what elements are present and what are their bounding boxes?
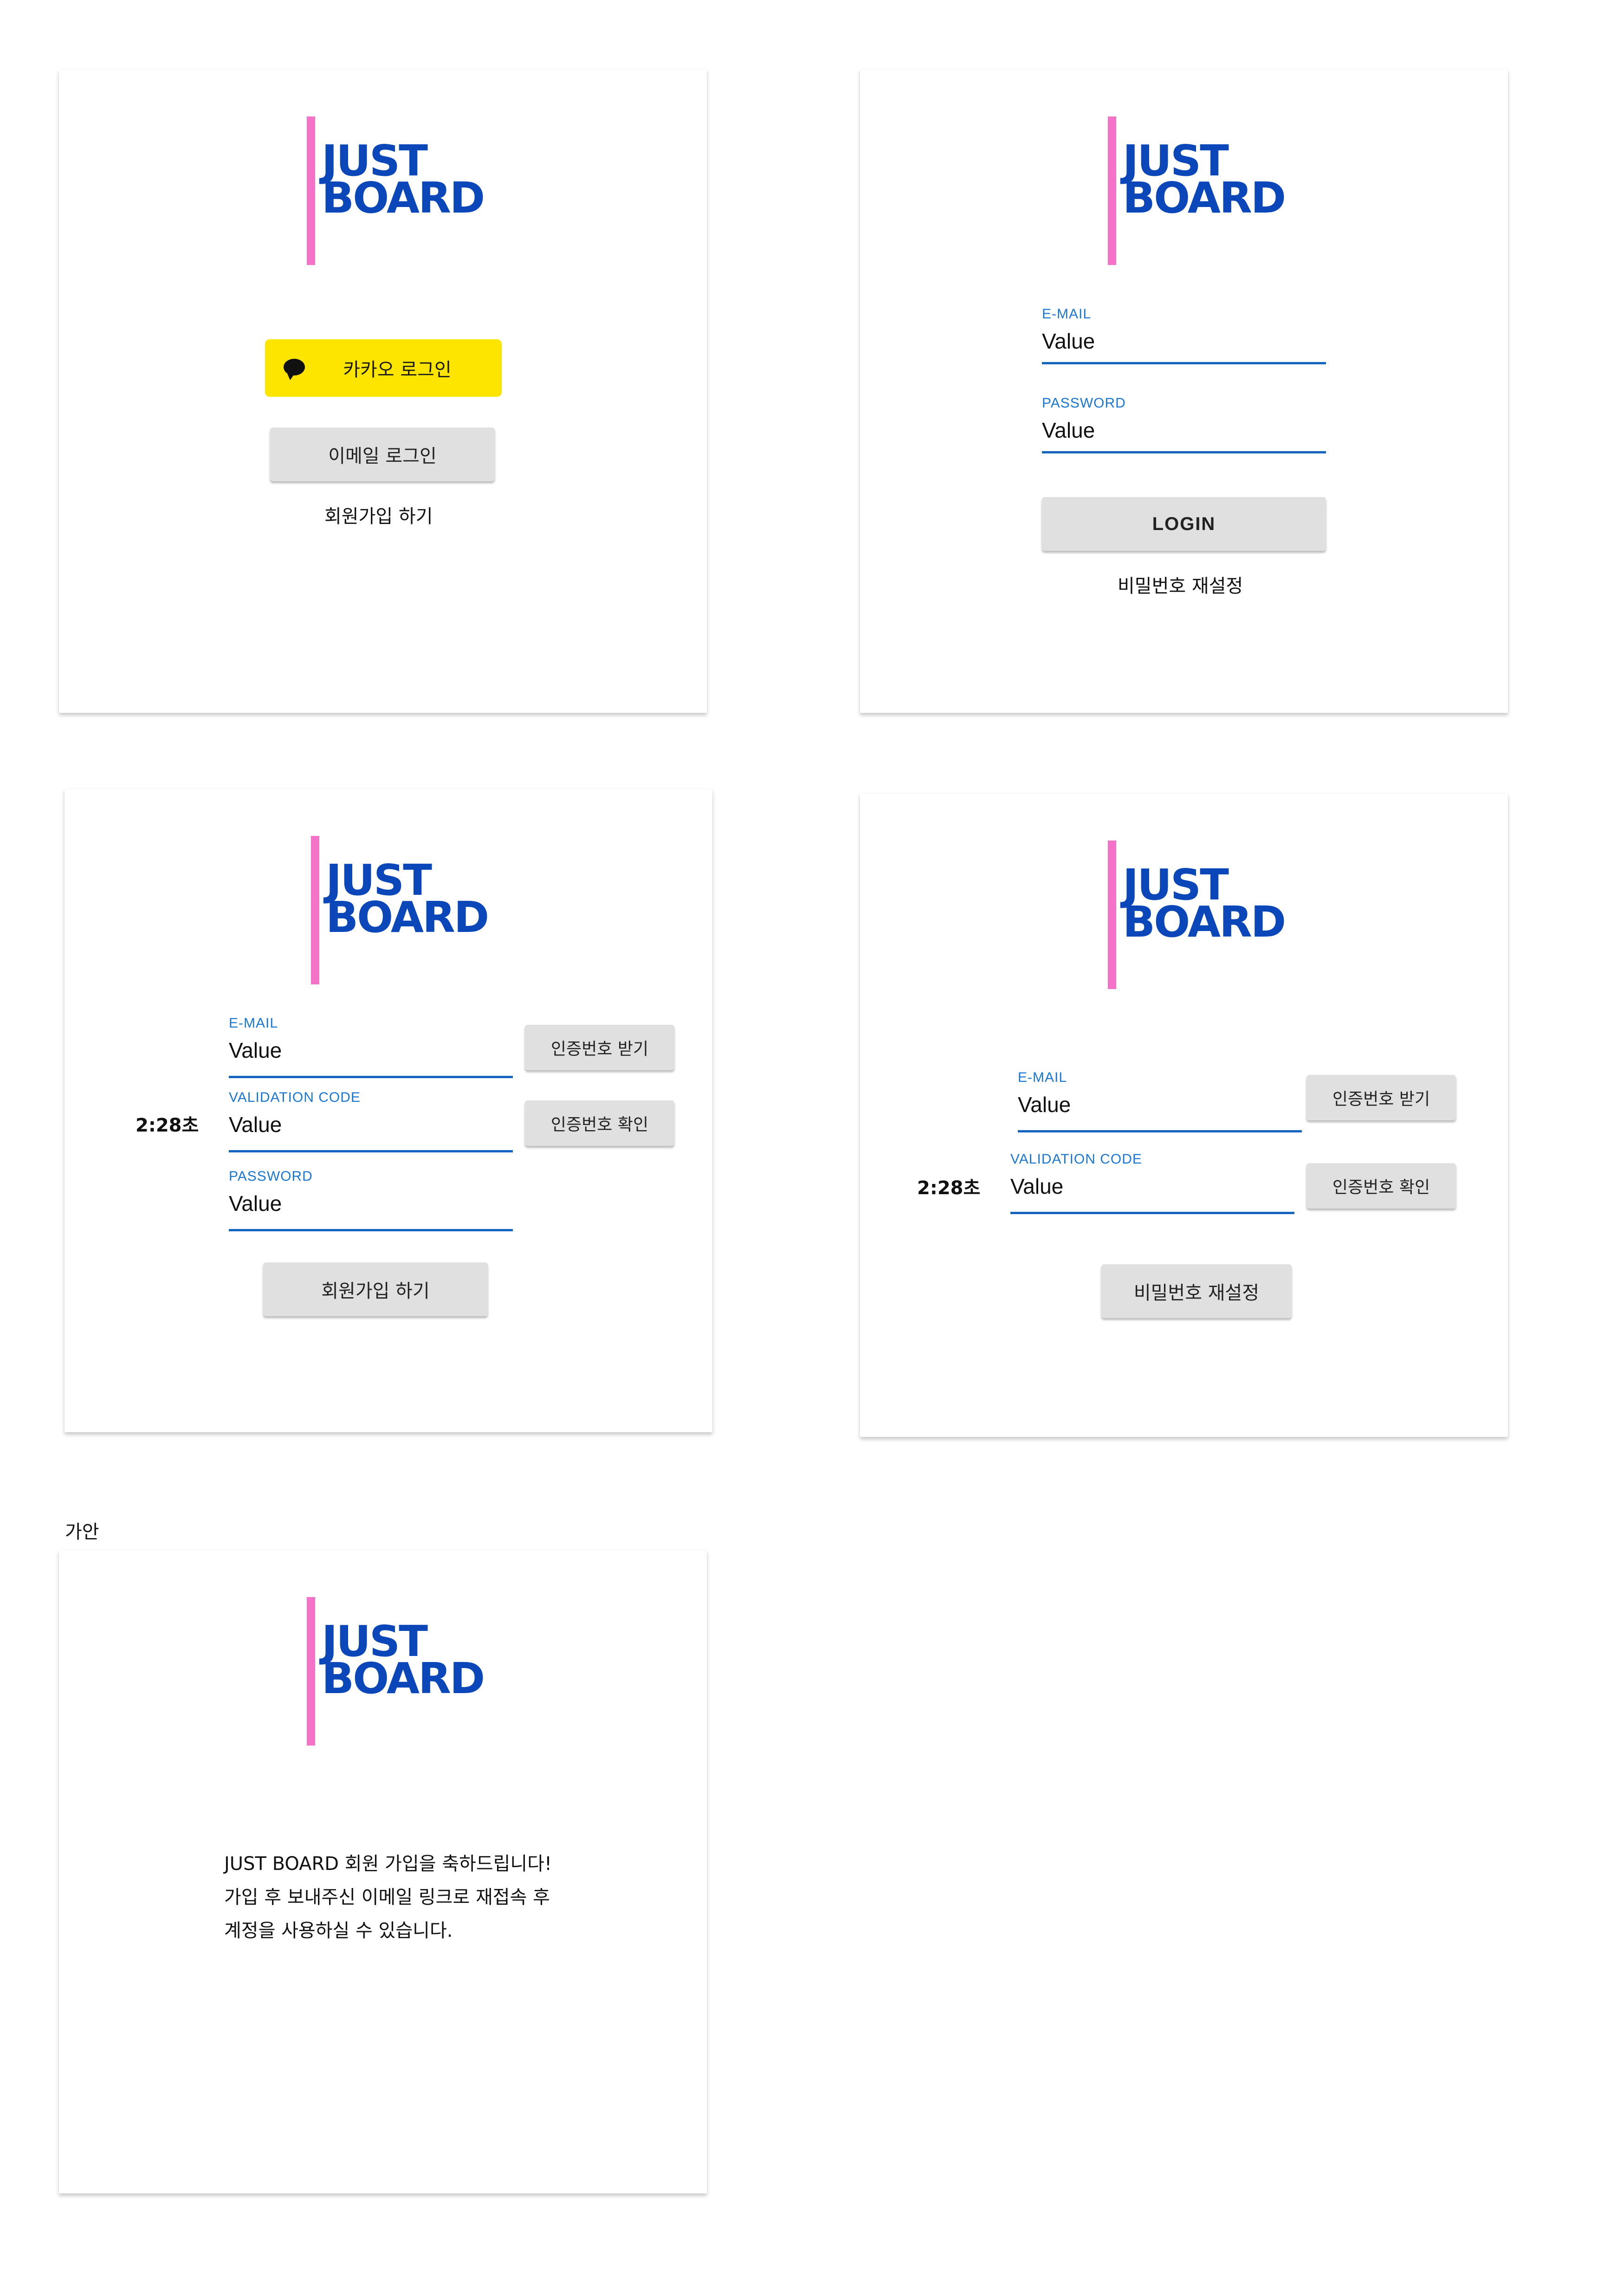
get-code-label: 인증번호 받기 (1332, 1090, 1430, 1109)
just-board-logo: JUST BOARD (1108, 841, 1286, 989)
password-reset-label: 비밀번호 재설정 (1133, 1282, 1260, 1304)
countdown-timer: 2:28초 (917, 1177, 981, 1199)
get-code-button[interactable]: 인증번호 받기 (525, 1025, 674, 1070)
login-panel: JUST BOARD E-MAIL Value PASSWORD Value L… (860, 70, 1508, 713)
verify-code-label: 인증번호 확인 (1332, 1178, 1430, 1197)
logo-accent-bar (307, 116, 315, 265)
chat-bubble-icon (284, 359, 305, 380)
signup-button[interactable]: 회원가입 하기 (263, 1262, 488, 1316)
email-field-value: Value (229, 1038, 282, 1062)
password-field[interactable]: PASSWORD Value (1042, 395, 1326, 453)
validation-code-field[interactable]: VALIDATION CODE Value (1010, 1151, 1294, 1214)
logo-accent-bar (311, 836, 319, 984)
password-reset-button[interactable]: 비밀번호 재설정 (1101, 1264, 1292, 1318)
password-field-value: Value (229, 1191, 282, 1216)
just-board-logo: JUST BOARD (1108, 116, 1286, 265)
email-field[interactable]: E-MAIL Value (1042, 306, 1326, 364)
verify-code-button[interactable]: 인증번호 확인 (1306, 1163, 1456, 1209)
just-board-logo: JUST BOARD (307, 1597, 485, 1746)
get-code-label: 인증번호 받기 (550, 1040, 649, 1059)
just-board-logo: JUST BOARD (307, 116, 485, 265)
welcome-line1: JUST BOARD 회원 가입을 축하드립니다! (224, 1853, 552, 1875)
verify-code-label: 인증번호 확인 (550, 1115, 649, 1134)
signup-link[interactable]: 회원가입 하기 (324, 501, 433, 528)
signup-label: 회원가입 하기 (321, 1281, 430, 1302)
password-field-value: Value (1042, 418, 1095, 442)
email-login-button[interactable]: 이메일 로그인 (270, 427, 495, 481)
logo-line2: BOARD (1123, 897, 1286, 947)
password-reset-link[interactable]: 비밀번호 재설정 (1118, 571, 1243, 598)
signup-panel: JUST BOARD E-MAIL Value 인증번호 받기 2:28초 VA… (65, 789, 712, 1432)
validation-code-field[interactable]: VALIDATION CODE Value (229, 1090, 513, 1152)
validation-code-value: Value (1010, 1174, 1064, 1198)
start-panel: JUST BOARD 카카오 로그인 이메일 로그인 회원가입 하기 (59, 70, 707, 713)
get-code-button[interactable]: 인증번호 받기 (1306, 1075, 1456, 1120)
email-field[interactable]: E-MAIL Value (1018, 1070, 1302, 1132)
welcome-panel: JUST BOARD JUST BOARD 회원 가입을 축하드립니다! 가입 … (59, 1550, 707, 2193)
email-field-value: Value (1018, 1093, 1071, 1117)
logo-line2: BOARD (1123, 173, 1286, 223)
login-button[interactable]: LOGIN (1042, 497, 1326, 551)
countdown-timer: 2:28초 (136, 1115, 199, 1136)
email-login-label: 이메일 로그인 (328, 446, 437, 467)
reset-panel: JUST BOARD E-MAIL Value 인증번호 받기 2:28초 VA… (860, 794, 1508, 1437)
logo-line2: BOARD (322, 1654, 485, 1703)
email-field-label: E-MAIL (229, 1015, 278, 1031)
password-field[interactable]: PASSWORD Value (229, 1169, 513, 1231)
email-field-value: Value (1042, 329, 1095, 353)
logo-accent-bar (1108, 841, 1116, 989)
password-field-label: PASSWORD (1042, 395, 1126, 411)
validation-code-value: Value (229, 1112, 282, 1137)
logo-accent-bar (307, 1597, 315, 1746)
validation-code-label: VALIDATION CODE (229, 1090, 361, 1105)
kakao-login-label: 카카오 로그인 (343, 359, 452, 381)
draft-caption: 가안 (65, 1521, 99, 1543)
welcome-line3: 계정을 사용하실 수 있습니다. (224, 1920, 453, 1941)
verify-code-button[interactable]: 인증번호 확인 (525, 1100, 674, 1146)
welcome-line2: 가입 후 보내주신 이메일 링크로 재접속 후 (224, 1887, 550, 1908)
logo-line2: BOARD (322, 173, 485, 223)
email-field-label: E-MAIL (1042, 306, 1092, 322)
logo-line2: BOARD (326, 893, 489, 942)
logo-accent-bar (1108, 116, 1116, 265)
email-field[interactable]: E-MAIL Value (229, 1015, 513, 1078)
just-board-logo: JUST BOARD (311, 836, 489, 984)
email-field-label: E-MAIL (1018, 1070, 1067, 1085)
validation-code-label: VALIDATION CODE (1010, 1151, 1142, 1167)
kakao-login-button[interactable]: 카카오 로그인 (265, 339, 502, 397)
welcome-message: JUST BOARD 회원 가입을 축하드립니다! 가입 후 보내주신 이메일 … (224, 1847, 552, 1947)
login-label: LOGIN (1152, 513, 1216, 534)
password-field-label: PASSWORD (229, 1169, 313, 1184)
